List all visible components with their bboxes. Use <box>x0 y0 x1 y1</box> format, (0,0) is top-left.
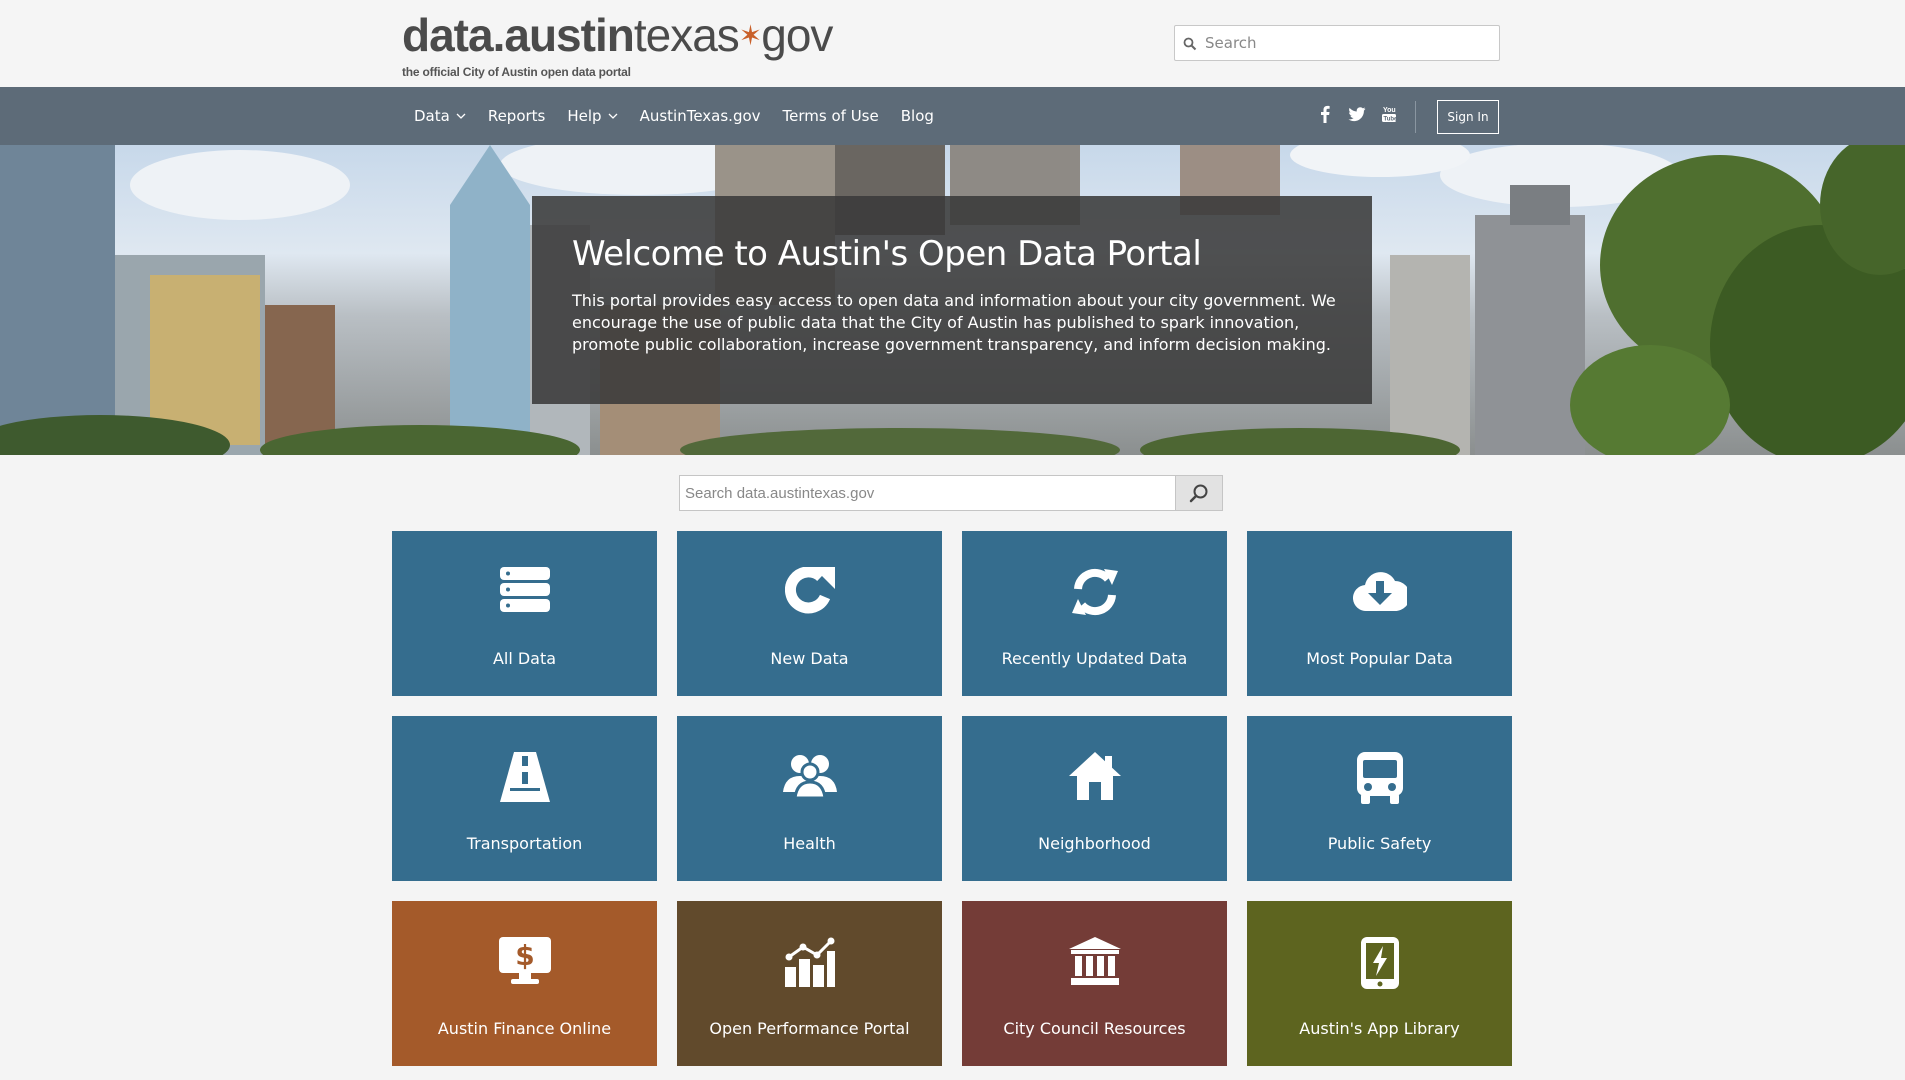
nav-item-terms-of-use[interactable]: Terms of Use <box>783 107 879 125</box>
refresh-arrow-icon <box>784 567 835 614</box>
tile-label: Transportation <box>466 834 583 853</box>
logo-tagline: the official City of Austin open data po… <box>402 65 631 79</box>
main-search-button[interactable] <box>1175 476 1222 510</box>
tile-label: New Data <box>770 649 849 668</box>
nav-item-help[interactable]: Help <box>567 107 618 125</box>
top-header: data.austintexas✶gov the official City o… <box>0 0 1905 87</box>
nav-item-label: Terms of Use <box>782 107 879 125</box>
nav-item-blog[interactable]: Blog <box>901 107 934 125</box>
star-icon: ✶ <box>738 20 762 51</box>
monitor-dollar-icon: $ <box>498 937 551 984</box>
tile-recently-updated-data[interactable]: Recently Updated Data <box>962 531 1227 696</box>
sign-in-button[interactable]: Sign In <box>1437 100 1499 134</box>
house-icon <box>1068 752 1121 800</box>
tile-austins-app-library[interactable]: Austin's App Library <box>1247 901 1512 1066</box>
hero-welcome-box: Welcome to Austin's Open Data Portal Thi… <box>532 196 1372 404</box>
header-search-box[interactable] <box>1174 25 1500 61</box>
tile-label: Open Performance Portal <box>709 1019 910 1038</box>
tile-label: Austin's App Library <box>1299 1019 1460 1038</box>
logo-light-text: texas <box>633 9 740 61</box>
chevron-down-icon <box>608 113 618 119</box>
nav-item-label: Help <box>567 107 602 125</box>
road-icon <box>499 752 550 802</box>
search-icon <box>1183 36 1197 51</box>
nav-item-data[interactable]: Data <box>414 107 466 125</box>
tile-label: Recently Updated Data <box>1001 649 1188 668</box>
bus-icon <box>1356 752 1403 804</box>
header-search-input[interactable] <box>1205 34 1485 52</box>
nav-item-label: Reports <box>487 107 546 125</box>
tile-label: Health <box>783 834 836 853</box>
logo-gov-text: gov <box>761 9 833 61</box>
main-search-input[interactable] <box>680 476 1175 510</box>
social-links: You Tube <box>1316 104 1412 124</box>
nav-item-label: AustinTexas.gov <box>639 107 761 125</box>
tile-public-safety[interactable]: Public Safety <box>1247 716 1512 881</box>
cloud-download-icon <box>1352 572 1407 612</box>
tile-austin-finance-online[interactable]: $ Austin Finance Online <box>392 901 657 1066</box>
nav-item-label: Data <box>414 107 450 125</box>
tile-label: Most Popular Data <box>1306 649 1453 668</box>
nav-links: Data Reports Help AustinTexas.gov Terms … <box>414 87 956 145</box>
mobile-app-icon <box>1360 937 1399 989</box>
tile-transportation[interactable]: Transportation <box>392 716 657 881</box>
logo-wordmark: data.austintexas✶gov <box>402 9 833 67</box>
site-logo[interactable]: data.austintexas✶gov the official City o… <box>402 9 833 79</box>
svg-text:You: You <box>1383 107 1396 114</box>
nav-item-label: Blog <box>900 107 934 125</box>
hero-banner: Welcome to Austin's Open Data Portal Thi… <box>0 145 1905 455</box>
tile-label: Austin Finance Online <box>437 1019 612 1038</box>
hero-description: This portal provides easy access to open… <box>572 291 1336 354</box>
youtube-icon[interactable]: You Tube <box>1380 104 1398 124</box>
sync-icon <box>1071 568 1118 616</box>
tile-most-popular-data[interactable]: Most Popular Data <box>1247 531 1512 696</box>
government-building-icon <box>1068 937 1121 985</box>
hero-title: Welcome to Austin's Open Data Portal <box>572 234 1202 274</box>
nav-item-austintexas-gov[interactable]: AustinTexas.gov <box>640 107 761 125</box>
tile-health[interactable]: Health <box>677 716 942 881</box>
svg-text:Tube: Tube <box>1384 117 1398 123</box>
tile-all-data[interactable]: All Data <box>392 531 657 696</box>
tile-new-data[interactable]: New Data <box>677 531 942 696</box>
database-icon <box>499 567 550 612</box>
bar-chart-icon <box>784 937 835 987</box>
chevron-down-icon <box>456 113 466 119</box>
tile-neighborhood[interactable]: Neighborhood <box>962 716 1227 881</box>
facebook-icon[interactable] <box>1316 104 1334 124</box>
search-icon <box>1189 484 1208 503</box>
svg-text:$: $ <box>515 939 534 972</box>
tile-label: Neighborhood <box>1038 834 1151 853</box>
nav-divider <box>1415 101 1416 133</box>
tile-city-council-resources[interactable]: City Council Resources <box>962 901 1227 1066</box>
twitter-icon[interactable] <box>1348 104 1366 124</box>
logo-bold-text: data.austin <box>402 9 635 61</box>
tile-label: All Data <box>492 649 557 668</box>
main-nav-bar: Data Reports Help AustinTexas.gov Terms … <box>0 87 1905 145</box>
nav-item-reports[interactable]: Reports <box>488 107 546 125</box>
main-search-box <box>679 475 1223 511</box>
tile-open-performance-portal[interactable]: Open Performance Portal <box>677 901 942 1066</box>
tile-label: Public Safety <box>1327 834 1432 853</box>
people-icon <box>782 755 837 798</box>
tile-label: City Council Resources <box>1003 1019 1186 1038</box>
